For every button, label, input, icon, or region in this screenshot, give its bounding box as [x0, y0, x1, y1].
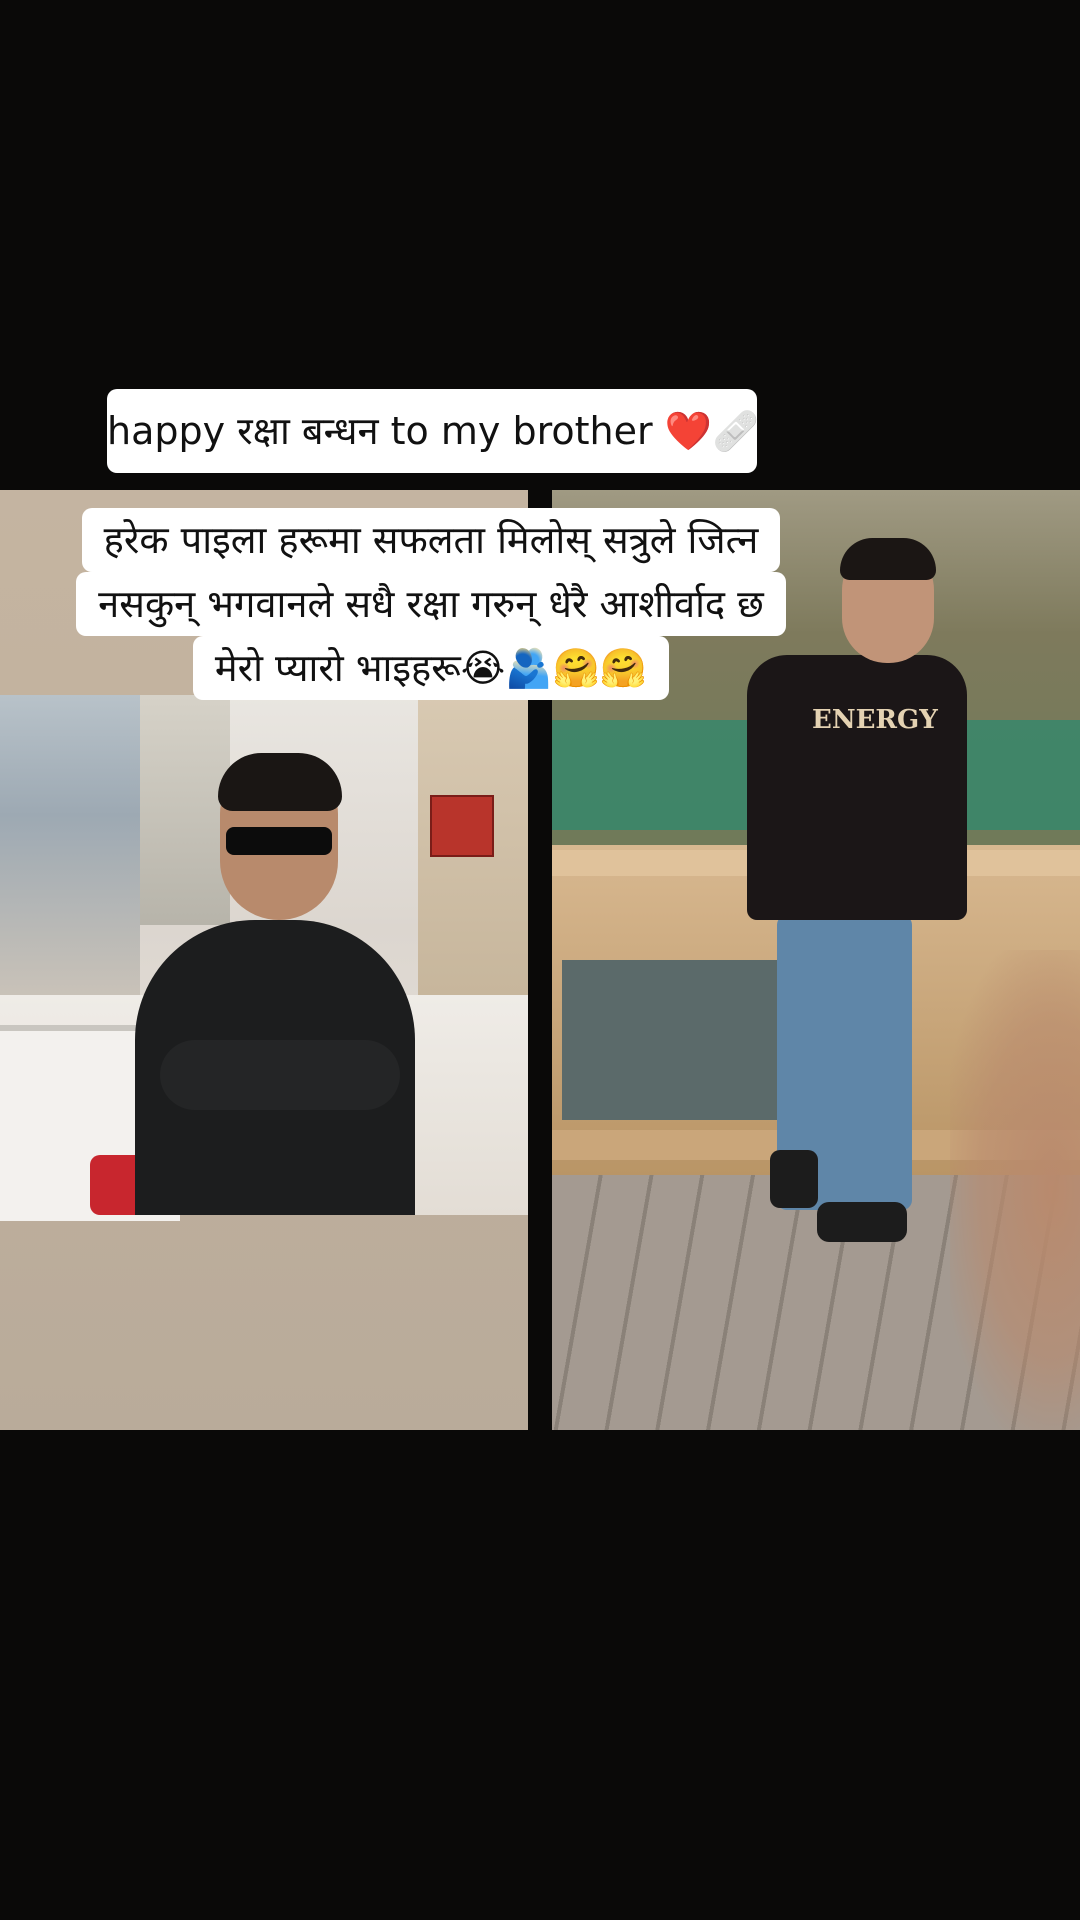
crossed-arms	[160, 1040, 400, 1110]
man-hair	[218, 753, 342, 811]
man-hair	[840, 538, 936, 580]
message-line: हरेक पाइला हरूमा सफलता मिलोस् सत्रुले जि…	[81, 508, 781, 572]
shirt-print-text: ENERGY	[812, 705, 938, 735]
message-line: नसकुन् भगवानले सधै रक्षा गरुन् धेरै आशीर…	[76, 572, 786, 636]
message-line: मेरो प्यारो भाइहरू😭🫂🤗🤗	[192, 636, 670, 700]
left-sneaker	[770, 1150, 818, 1208]
store-shelf	[0, 695, 140, 995]
sunglasses	[226, 827, 332, 855]
title-caption-text: happy रक्षा बन्धन to my brother ❤️🩹	[107, 409, 760, 453]
blurred-finger	[950, 950, 1080, 1430]
brother-photo-store	[0, 695, 528, 1221]
store-display	[140, 695, 230, 925]
fire-extinguisher-box	[430, 795, 494, 857]
title-caption: happy रक्षा बन्धन to my brother ❤️🩹	[107, 389, 760, 473]
right-sneaker	[817, 1202, 907, 1242]
message-caption: हरेक पाइला हरूमा सफलता मिलोस् सत्रुले जि…	[74, 508, 788, 700]
water-rocks	[562, 960, 812, 1120]
